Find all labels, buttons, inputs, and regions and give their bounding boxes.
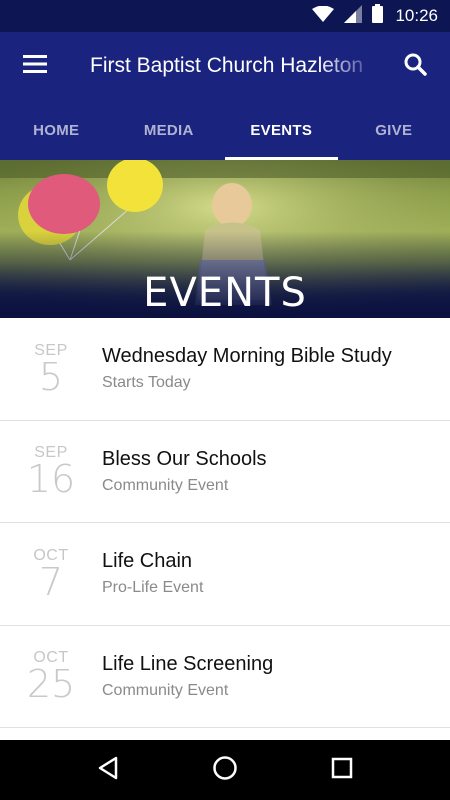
event-info: Life Chain Pro-Life Event (102, 550, 450, 597)
list-item[interactable]: OCT 7 Life Chain Pro-Life Event (0, 523, 450, 626)
battery-icon (372, 4, 384, 28)
event-title: Life Chain (102, 550, 193, 573)
search-icon (403, 52, 427, 81)
back-icon (97, 756, 119, 785)
hamburger-menu-icon (23, 54, 47, 78)
event-subtitle: Pro-Life Event (102, 579, 204, 597)
hero-title: EVENTS (143, 270, 307, 316)
tab-give[interactable]: GIVE (338, 100, 450, 160)
app-bar: First Baptist Church Hazleton (0, 32, 450, 100)
event-title: Life Line Screening (102, 652, 274, 675)
tab-bar: HOME MEDIA EVENTS GIVE (0, 100, 450, 160)
app-title: First Baptist Church Hazleton (90, 54, 364, 77)
menu-button[interactable] (0, 32, 70, 100)
status-bar: 10:26 (0, 0, 450, 32)
system-nav-bar (0, 740, 450, 800)
search-button[interactable] (380, 32, 450, 100)
event-info: Bless Our Schools Community Event (102, 448, 450, 495)
cell-signal-icon (344, 4, 363, 28)
event-subtitle: Community Event (102, 476, 229, 494)
tab-home[interactable]: HOME (0, 100, 113, 160)
event-title: Wednesday Morning Bible Study (102, 345, 392, 368)
event-date: SEP 16 (0, 445, 102, 502)
home-button[interactable] (200, 745, 250, 795)
event-info: Life Line Screening Community Event (102, 653, 450, 700)
tab-media[interactable]: MEDIA (113, 100, 226, 160)
recents-button[interactable] (317, 745, 367, 795)
list-item[interactable]: SEP 5 Wednesday Morning Bible Study Star… (0, 318, 450, 421)
recents-icon (331, 757, 353, 784)
event-date: SEP 5 (0, 342, 102, 399)
tab-events[interactable]: EVENTS (225, 100, 338, 160)
list-item[interactable]: SEP 16 Bless Our Schools Community Event (0, 420, 450, 523)
event-day: 5 (38, 354, 64, 399)
hero-banner: EVENTS (0, 160, 450, 318)
event-day: 16 (26, 457, 76, 502)
event-date: OCT 7 (0, 547, 102, 604)
wifi-icon (312, 5, 335, 27)
events-list: SEP 5 Wednesday Morning Bible Study Star… (0, 318, 450, 728)
status-time: 10:26 (395, 6, 438, 25)
event-subtitle: Community Event (102, 681, 229, 699)
home-icon (212, 755, 238, 786)
event-title: Bless Our Schools (102, 447, 267, 470)
event-info: Wednesday Morning Bible Study Starts Tod… (102, 345, 450, 392)
event-day: 7 (38, 559, 64, 604)
event-day: 25 (26, 662, 76, 707)
list-item[interactable]: OCT 25 Life Line Screening Community Eve… (0, 625, 450, 728)
event-date: OCT 25 (0, 650, 102, 707)
event-subtitle: Starts Today (102, 374, 191, 392)
back-button[interactable] (83, 745, 133, 795)
